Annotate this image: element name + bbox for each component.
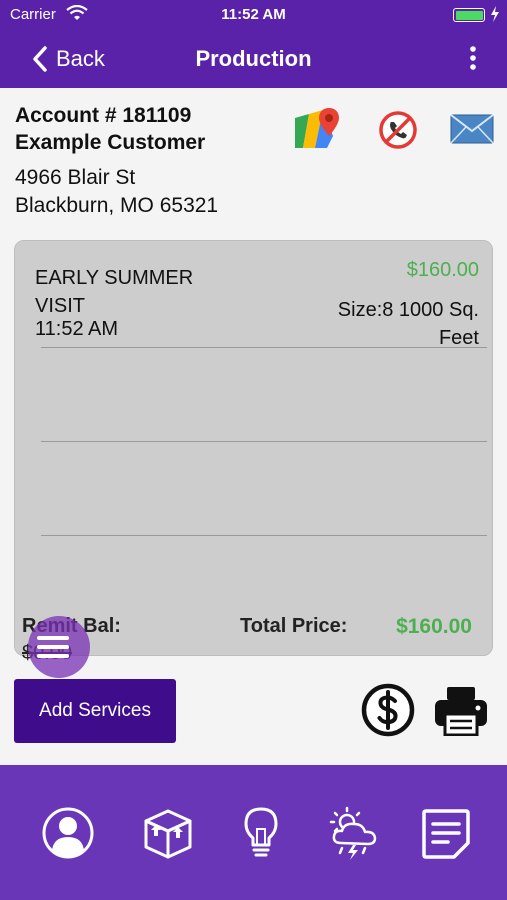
account-number: Account # 181109 bbox=[15, 104, 192, 127]
total-price-value: $160.00 bbox=[396, 615, 472, 638]
charging-icon bbox=[491, 6, 499, 22]
divider bbox=[41, 535, 487, 536]
customer-name: Example Customer bbox=[15, 131, 206, 154]
printer-icon[interactable] bbox=[433, 686, 489, 736]
address-line-2: Blackburn, MO 65321 bbox=[15, 194, 219, 217]
total-price-label: Total Price: bbox=[240, 615, 348, 637]
tab-bar bbox=[0, 765, 507, 900]
divider bbox=[41, 441, 487, 442]
no-call-icon[interactable] bbox=[378, 110, 418, 150]
status-bar: Carrier 11:52 AM bbox=[0, 0, 507, 30]
menu-button[interactable] bbox=[28, 616, 90, 678]
visit-time: 11:52 AM bbox=[35, 318, 119, 340]
clock: 11:52 AM bbox=[221, 6, 286, 23]
visit-name: EARLY SUMMER VISIT bbox=[35, 267, 194, 317]
notes-icon[interactable] bbox=[418, 805, 474, 861]
visit-price: $160.00 bbox=[406, 259, 479, 281]
more-vertical-icon[interactable] bbox=[469, 45, 477, 71]
property-size: Size:8 1000 Sq. Feet bbox=[337, 299, 479, 349]
divider bbox=[41, 347, 487, 348]
address-line-1: 4966 Blair St bbox=[15, 166, 136, 189]
account-icon[interactable] bbox=[40, 805, 96, 861]
add-services-button[interactable]: Add Services bbox=[14, 679, 176, 743]
email-icon[interactable] bbox=[450, 114, 494, 144]
map-pin-icon[interactable] bbox=[293, 106, 343, 152]
visit-card[interactable]: EARLY SUMMER VISIT 11:52 AM $160.00 Size… bbox=[14, 240, 493, 664]
nav-bar: Back Production bbox=[0, 30, 507, 88]
weather-icon[interactable] bbox=[327, 805, 383, 861]
package-icon[interactable] bbox=[140, 805, 196, 861]
page-title: Production bbox=[195, 46, 312, 71]
dollar-circle-icon[interactable] bbox=[361, 683, 415, 737]
lightbulb-icon[interactable] bbox=[233, 805, 289, 861]
battery-icon bbox=[453, 8, 485, 22]
main-content: Account # 181109 Example Customer 4966 B… bbox=[0, 88, 507, 765]
